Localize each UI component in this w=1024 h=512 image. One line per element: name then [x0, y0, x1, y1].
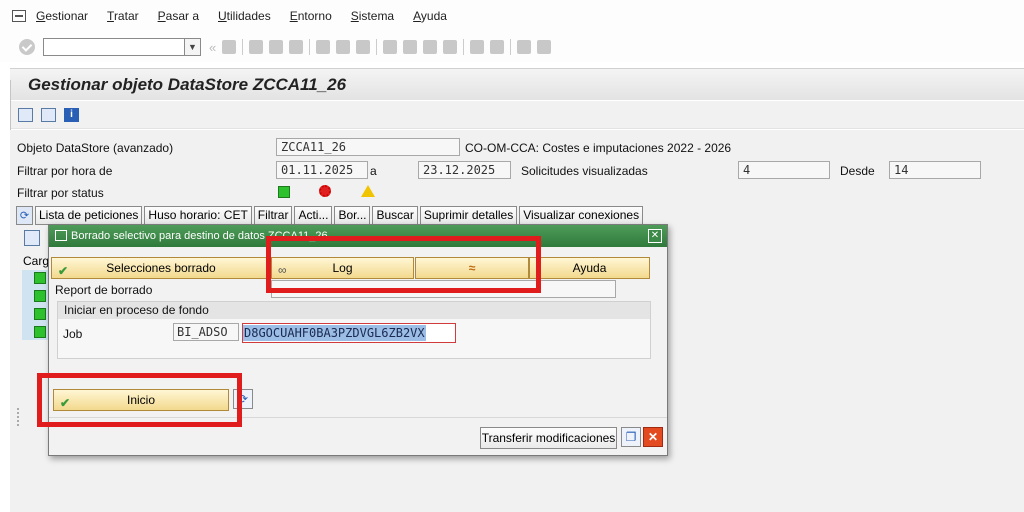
menu-ayuda[interactable]: Ayuda — [413, 9, 447, 23]
lista-peticiones-button[interactable]: Lista de peticiones — [35, 206, 143, 225]
suprimir-detalles-button[interactable]: Suprimir detalles — [419, 206, 518, 225]
borrar-button[interactable]: Bor... — [334, 206, 371, 225]
menu-gestionar[interactable]: Gestionar — [36, 9, 88, 23]
carga-column-header: Carg — [23, 254, 50, 268]
action-button-row: ⟳ Lista de peticiones Huso horario: CET … — [16, 206, 645, 226]
splitter-grip[interactable] — [17, 408, 20, 426]
menu-sistema[interactable]: Sistema — [351, 9, 394, 23]
huso-horario-button[interactable]: Huso horario: CET — [144, 206, 252, 225]
highlight-log-box — [266, 236, 541, 293]
row-status-green-icon[interactable] — [34, 290, 46, 302]
copy-icon[interactable]: ❐ — [621, 427, 641, 447]
title-bar: Gestionar objeto DataStore ZCCA11_26 — [10, 68, 1024, 100]
page-title: Gestionar objeto DataStore ZCCA11_26 — [28, 75, 347, 94]
menu-entorno[interactable]: Entorno — [290, 9, 332, 23]
status-yellow-icon[interactable] — [361, 185, 375, 197]
row-status-green-icon[interactable] — [34, 308, 46, 320]
desde-label: Desde — [840, 164, 875, 178]
back-double-icon[interactable]: « — [209, 40, 216, 55]
a-label: a — [370, 164, 377, 178]
menu-tratar[interactable]: Tratar — [107, 9, 139, 23]
row-status-green-icon[interactable] — [34, 272, 46, 284]
menu-pasar-a[interactable]: Pasar a — [158, 9, 199, 23]
help-icon[interactable] — [517, 40, 532, 54]
check-icon: ✔ — [58, 264, 69, 278]
window-menu-icon[interactable] — [12, 10, 26, 22]
exit-icon[interactable] — [269, 40, 284, 54]
toolbar-separator — [376, 39, 378, 55]
menu-bar: Gestionar Tratar Pasar a Utilidades Ento… — [0, 0, 1024, 32]
visualizar-conexiones-button[interactable]: Visualizar conexiones — [519, 206, 644, 225]
application-toolbar: i — [10, 101, 1024, 129]
solicitudes-field[interactable]: 4 — [738, 161, 830, 179]
layout-menu-icon[interactable] — [537, 40, 552, 54]
refresh-icon[interactable]: ⟳ — [16, 206, 33, 225]
dialog-window-icon — [55, 230, 67, 241]
group-title: Iniciar en proceso de fondo — [58, 302, 650, 319]
find-next-icon[interactable] — [356, 40, 371, 54]
job-label: Job — [63, 327, 83, 341]
cancel-x-icon[interactable]: ✕ — [643, 427, 663, 447]
toolbar-separator — [463, 39, 465, 55]
job-prefix-field[interactable]: BI_ADSO — [173, 323, 239, 341]
next-page-icon[interactable] — [423, 40, 438, 54]
row-status-green-icon[interactable] — [34, 326, 46, 338]
ayuda-button[interactable]: i Ayuda — [529, 257, 650, 279]
request-list-column: Carg — [22, 230, 50, 342]
objeto-label: Objeto DataStore (avanzado) — [17, 141, 174, 155]
new-session-icon[interactable] — [470, 40, 485, 54]
transferir-modificaciones-button[interactable]: Transferir modificaciones — [480, 427, 617, 449]
filtrar-hora-label: Filtrar por hora de — [17, 164, 113, 178]
fecha-desde-field[interactable]: 01.11.2025 — [276, 161, 368, 179]
objeto-description: CO-OM-CCA: Costes e imputaciones 2022 - … — [465, 141, 732, 155]
save-icon[interactable] — [222, 40, 237, 54]
print-icon[interactable] — [316, 40, 331, 54]
filtrar-status-label: Filtrar por status — [17, 186, 104, 200]
objeto-field[interactable]: ZCCA11_26 — [276, 138, 460, 156]
activar-button[interactable]: Acti... — [294, 206, 333, 225]
dialog-close-icon[interactable]: ✕ — [648, 229, 662, 243]
status-red-icon[interactable] — [319, 185, 331, 197]
selected-rows — [22, 270, 48, 340]
desde-field[interactable]: 14 — [889, 161, 981, 179]
report-borrado-label: Report de borrado — [55, 283, 153, 297]
table-view-icon[interactable] — [18, 107, 33, 122]
toolbar-separator — [510, 39, 512, 55]
solicitudes-label: Solicitudes visualizadas — [521, 164, 648, 178]
menu-utilidades[interactable]: Utilidades — [218, 9, 271, 23]
toolbar-separator — [309, 39, 311, 55]
previous-page-icon[interactable] — [403, 40, 418, 54]
enter-check-icon[interactable] — [19, 39, 35, 55]
selecciones-borrado-button[interactable]: ✔ Selecciones borrado — [51, 257, 271, 279]
status-green-icon[interactable] — [278, 186, 290, 198]
cancel-icon[interactable] — [289, 40, 304, 54]
info-icon[interactable]: i — [64, 107, 79, 122]
standard-toolbar: ▼ « — [0, 32, 1024, 62]
fecha-hasta-field[interactable]: 23.12.2025 — [418, 161, 511, 179]
job-id-field[interactable]: D8GOCUAHF0BA3PZDVGL6ZB2VX — [242, 323, 456, 343]
shortcut-icon[interactable] — [490, 40, 505, 54]
back-icon[interactable] — [249, 40, 264, 54]
print-list-icon[interactable] — [24, 230, 40, 246]
hierarchy-icon[interactable] — [41, 107, 56, 122]
first-page-icon[interactable] — [383, 40, 398, 54]
last-page-icon[interactable] — [443, 40, 458, 54]
highlight-inicio-box — [37, 373, 242, 427]
command-dropdown-icon[interactable]: ▼ — [185, 38, 201, 56]
find-icon[interactable] — [336, 40, 351, 54]
toolbar-separator — [242, 39, 244, 55]
command-field[interactable] — [43, 38, 185, 56]
filtrar-button[interactable]: Filtrar — [253, 206, 293, 225]
buscar-button[interactable]: Buscar — [372, 206, 418, 225]
